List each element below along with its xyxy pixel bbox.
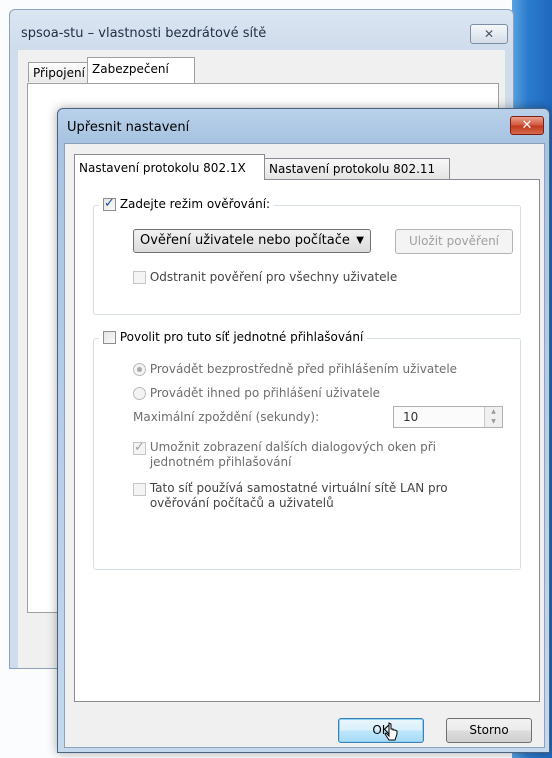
- tab-8021x-settings[interactable]: Nastavení protokolu 802.1X: [74, 154, 265, 180]
- radio-after-logon-row[interactable]: Provádět ihned po přihlášení uživatele: [133, 386, 380, 400]
- separate-vlan-label-line1: Tato síť používá samostatné virtuální sí…: [149, 481, 448, 495]
- mouse-pointer-icon: [384, 722, 398, 741]
- max-delay-label: Maximální zpoždění (sekundy):: [133, 410, 320, 424]
- close-icon: ✕: [521, 118, 533, 133]
- auth-mode-label: Zadejte režim ověřování:: [119, 197, 271, 211]
- remove-credentials-row[interactable]: Odstranit pověření pro všechny uživatele: [133, 270, 397, 284]
- cancel-button[interactable]: Storno: [446, 718, 532, 743]
- radio-before-logon-row[interactable]: Provádět bezprostředně před přihlášením …: [133, 362, 457, 376]
- remove-credentials-label: Odstranit pověření pro všechny uživatele: [149, 270, 398, 284]
- separate-vlan-label-line2: ověřování počítačů a uživatelů: [149, 496, 334, 510]
- allow-dialogs-label-line1: Umožnit zobrazení dalších dialogových ok…: [149, 440, 436, 454]
- radio-after-logon-label: Provádět ihned po přihlášení uživatele: [149, 386, 381, 400]
- tab-80211-settings[interactable]: Nastavení protokolu 802.11: [264, 158, 450, 180]
- allow-dialogs-checkbox[interactable]: [133, 440, 146, 455]
- auth-mode-select-value: Ověření uživatele nebo počítače: [140, 233, 350, 248]
- radio-after-logon[interactable]: [133, 387, 146, 400]
- auth-mode-group: [93, 205, 521, 315]
- window-title: spsoa-stu – vlastnosti bezdrátové sítě: [21, 26, 267, 41]
- max-delay-spinner[interactable]: 10 ▲ ▼: [393, 406, 503, 428]
- sso-checkbox-row[interactable]: Povolit pro tuto síť jednotné přihlašová…: [99, 330, 368, 344]
- radio-before-logon[interactable]: [133, 363, 146, 376]
- advanced-settings-dialog: Upřesnit nastavení ✕ Nastavení protokolu…: [57, 108, 550, 753]
- dialog-title: Upřesnit nastavení: [67, 120, 190, 135]
- allow-dialogs-row[interactable]: Umožnit zobrazení dalších dialogových ok…: [133, 440, 436, 470]
- sso-checkbox[interactable]: [103, 331, 116, 344]
- radio-before-logon-label: Provádět bezprostředně před přihlášením …: [149, 362, 458, 376]
- spinner-down-icon[interactable]: ▼: [485, 417, 502, 427]
- sso-label: Povolit pro tuto síť jednotné přihlašová…: [119, 330, 364, 344]
- ok-button[interactable]: OK: [338, 718, 424, 743]
- close-button[interactable]: ✕: [470, 24, 508, 44]
- separate-vlan-row[interactable]: Tato síť používá samostatné virtuální sí…: [133, 481, 448, 511]
- spinner-buttons[interactable]: ▲ ▼: [484, 407, 502, 427]
- dialog-client-area: Nastavení protokolu 802.1X Nastavení pro…: [64, 143, 545, 748]
- auth-mode-select[interactable]: Ověření uživatele nebo počítače ▼: [133, 229, 371, 253]
- close-icon: ✕: [483, 27, 495, 41]
- max-delay-value: 10: [403, 410, 419, 424]
- tab-connection[interactable]: Připojení: [28, 62, 88, 82]
- allow-dialogs-label-line2: jednotném přihlašování: [149, 455, 292, 469]
- separate-vlan-checkbox[interactable]: [133, 483, 146, 496]
- save-credentials-button[interactable]: Uložit pověření: [395, 229, 513, 254]
- chevron-down-icon: ▼: [356, 235, 364, 246]
- auth-mode-checkbox[interactable]: [103, 196, 116, 211]
- remove-credentials-checkbox[interactable]: [133, 271, 146, 284]
- tab-security[interactable]: Zabezpečení: [87, 57, 195, 84]
- spinner-up-icon[interactable]: ▲: [485, 407, 502, 417]
- auth-mode-checkbox-row[interactable]: Zadejte režim ověřování:: [99, 196, 275, 211]
- dialog-close-button[interactable]: ✕: [510, 116, 544, 135]
- tab-panel-8021x: Zadejte režim ověřování: Ověření uživate…: [74, 179, 540, 702]
